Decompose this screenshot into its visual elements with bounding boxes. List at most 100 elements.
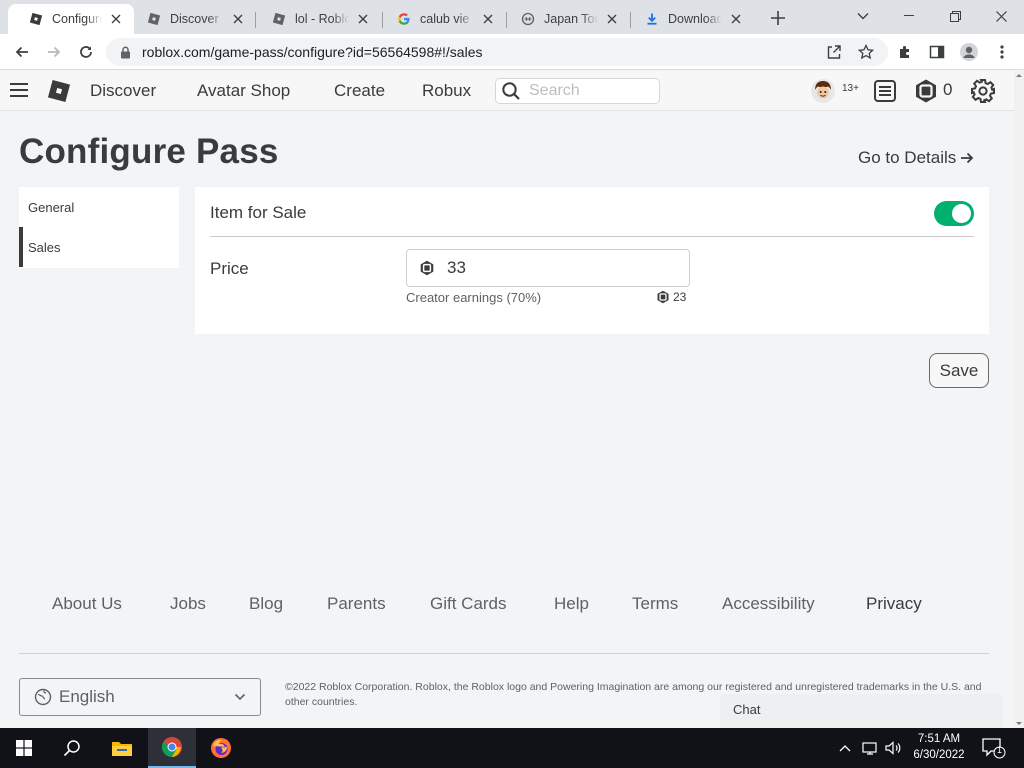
search-placeholder: Search: [529, 82, 580, 99]
minimize-window-icon[interactable]: [886, 0, 932, 32]
close-tab-icon[interactable]: [355, 11, 371, 27]
file-explorer-icon[interactable]: [98, 728, 146, 768]
taskbar-search-icon[interactable]: [48, 728, 96, 768]
footer-accessibility[interactable]: Accessibility: [722, 594, 815, 614]
footer-jobs[interactable]: Jobs: [170, 594, 206, 614]
close-window-icon[interactable]: [978, 0, 1024, 32]
creator-earnings-value: 23: [673, 290, 687, 304]
roblox-logo-icon[interactable]: [46, 78, 72, 104]
browser-menu-kebab-icon[interactable]: [990, 40, 1014, 64]
go-to-details-label: Go to Details: [858, 148, 957, 167]
toggle-knob: [952, 204, 971, 223]
language-value: English: [59, 687, 115, 706]
notification-count: 1: [996, 745, 1002, 755]
chrome-icon[interactable]: [148, 728, 196, 768]
nav-create[interactable]: Create: [334, 81, 385, 101]
page-scrollbar[interactable]: [1014, 71, 1024, 728]
nav-avatar-shop[interactable]: Avatar Shop: [197, 81, 290, 101]
go-to-details-link[interactable]: Go to Details: [858, 148, 974, 168]
divider: [210, 236, 974, 237]
download-icon: [644, 11, 660, 27]
side-panel-icon[interactable]: [925, 40, 949, 64]
side-menu-sales[interactable]: Sales: [19, 227, 179, 267]
chat-label: Chat: [733, 702, 761, 717]
robux-icon: [419, 260, 447, 276]
share-icon[interactable]: [822, 40, 846, 64]
item-for-sale-toggle[interactable]: [934, 201, 974, 226]
save-button[interactable]: Save: [929, 353, 989, 388]
address-bar[interactable]: roblox.com/game-pass/configure?id=565645…: [106, 38, 888, 66]
tab-downloads[interactable]: Downloads: [624, 4, 754, 34]
item-for-sale-label: Item for Sale: [210, 203, 307, 222]
windows-taskbar: 7:51 AM 6/30/2022 1: [0, 728, 1024, 768]
tab-title: calub vie lol: [420, 12, 474, 26]
creator-earnings-label: Creator earnings (70%): [406, 290, 542, 305]
tab-discover[interactable]: Discover - Roblox: [126, 4, 256, 34]
google-icon: [396, 11, 412, 27]
tab-google-search[interactable]: calub vie lol: [376, 4, 506, 34]
close-tab-icon[interactable]: [108, 11, 124, 27]
chat-bar[interactable]: Chat: [720, 694, 1002, 728]
firefox-icon[interactable]: [197, 728, 245, 768]
nav-discover[interactable]: Discover: [90, 81, 156, 101]
footer-gift-cards[interactable]: Gift Cards: [430, 594, 507, 614]
browser-toolbar: roblox.com/game-pass/configure?id=565645…: [0, 34, 1024, 70]
page-title: Configure Pass: [19, 132, 279, 171]
tab-search-icon[interactable]: [840, 0, 886, 32]
close-tab-icon[interactable]: [230, 11, 246, 27]
close-tab-icon[interactable]: [480, 11, 496, 27]
user-avatar[interactable]: [810, 78, 836, 104]
extensions-puzzle-icon[interactable]: [893, 40, 917, 64]
robux-icon: [656, 290, 673, 304]
footer-help[interactable]: Help: [554, 594, 589, 614]
robux-balance: 0: [943, 80, 953, 99]
search-icon: [501, 81, 529, 101]
footer-divider: [19, 653, 989, 654]
volume-icon[interactable]: [884, 738, 904, 758]
back-arrow-icon[interactable]: [10, 40, 34, 64]
reload-icon[interactable]: [74, 40, 98, 64]
tab-configure-pass[interactable]: Configure Pass: [8, 4, 134, 34]
robux-icon[interactable]: [913, 78, 939, 104]
tab-japan-tour[interactable]: Japan Tour: [500, 4, 630, 34]
footer-terms[interactable]: Terms: [632, 594, 678, 614]
lock-icon: [120, 46, 134, 59]
profile-avatar-icon[interactable]: [957, 40, 981, 64]
globe-icon: [34, 688, 52, 706]
nav-robux[interactable]: Robux: [422, 81, 471, 101]
settings-gear-icon[interactable]: [970, 78, 996, 104]
footer-parents[interactable]: Parents: [327, 594, 386, 614]
forward-arrow-icon[interactable]: [42, 40, 66, 64]
language-select[interactable]: English: [19, 678, 261, 716]
new-tab-button[interactable]: [767, 8, 789, 28]
footer-blog[interactable]: Blog: [249, 594, 283, 614]
roblox-icon: [271, 11, 287, 27]
show-hidden-icons-chevron-icon[interactable]: [838, 738, 854, 758]
bookmark-star-icon[interactable]: [854, 40, 878, 64]
chevron-down-icon: [234, 693, 246, 701]
tab-title: Japan Tour: [544, 12, 598, 26]
windows-start-icon[interactable]: [0, 728, 48, 768]
price-input[interactable]: 33: [406, 249, 690, 287]
browser-tab-strip: Configure Pass Discover - Roblox lol - R…: [0, 0, 1024, 34]
side-menu-general[interactable]: General: [19, 187, 179, 227]
close-tab-icon[interactable]: [728, 11, 744, 27]
roblox-icon: [28, 11, 44, 27]
tab-title: Downloads: [668, 12, 722, 26]
price-value: 33: [447, 258, 466, 277]
tab-title: lol - Roblox: [295, 12, 349, 26]
notifications-list-icon[interactable]: [872, 78, 898, 104]
hamburger-menu-icon[interactable]: [8, 79, 32, 103]
footer-privacy[interactable]: Privacy: [866, 594, 922, 614]
arrow-right-icon: [956, 151, 974, 165]
taskbar-clock[interactable]: 7:51 AM 6/30/2022: [905, 731, 973, 763]
footer-about-us[interactable]: About Us: [52, 594, 122, 614]
network-icon[interactable]: [862, 738, 880, 758]
tab-title: Configure Pass: [52, 12, 102, 26]
tab-lol-roblox[interactable]: lol - Roblox: [251, 4, 381, 34]
roblox-search-input[interactable]: Search: [495, 78, 660, 104]
url-text: roblox.com/game-pass/configure?id=565645…: [142, 44, 483, 60]
notifications-icon[interactable]: 1: [982, 737, 1006, 759]
restore-window-icon[interactable]: [932, 0, 978, 32]
close-tab-icon[interactable]: [604, 11, 620, 27]
